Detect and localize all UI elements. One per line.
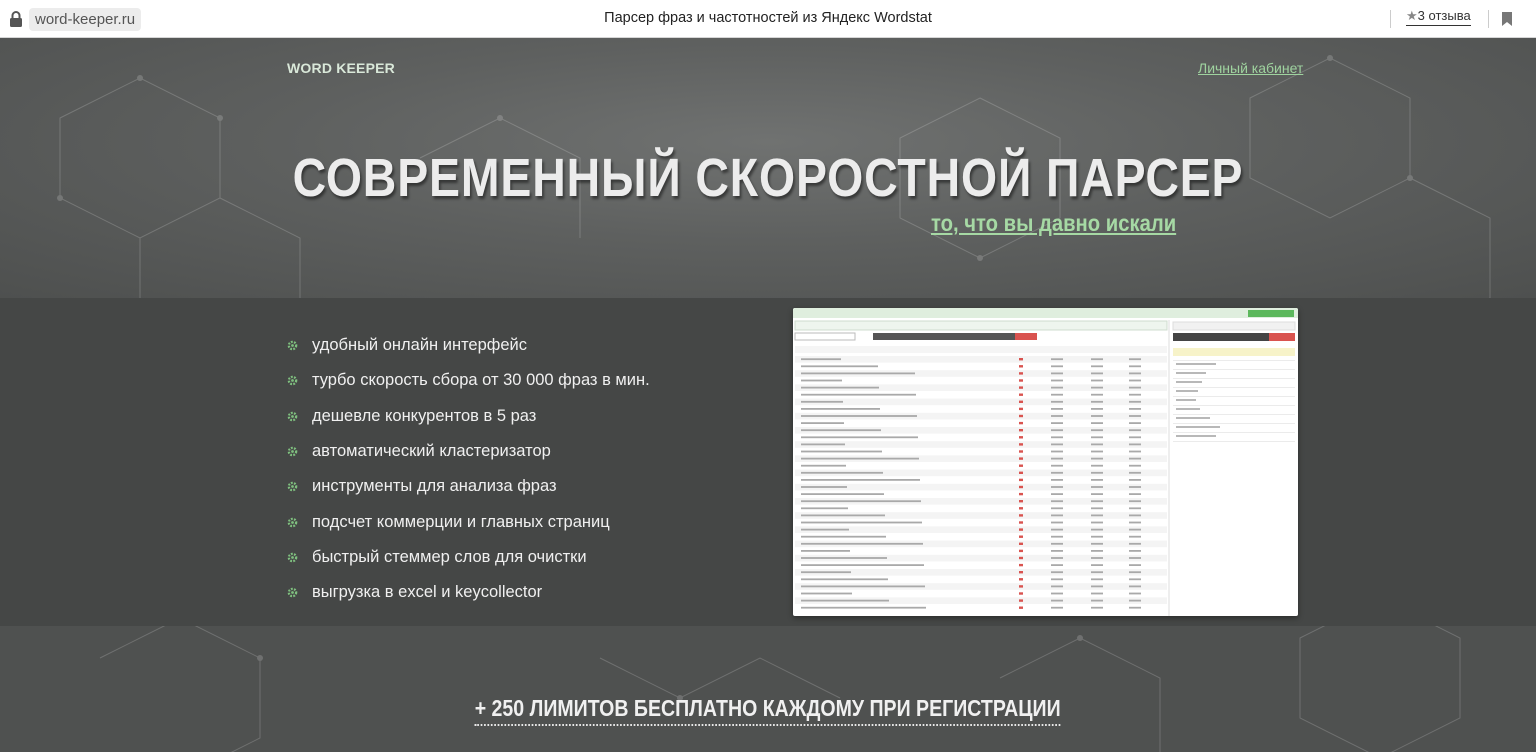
gear-icon <box>287 517 298 527</box>
divider <box>1488 10 1489 28</box>
registration-cta[interactable]: + 250 ЛИМИТОВ БЕСПЛАТНО КАЖДОМУ ПРИ РЕГИ… <box>0 695 1536 726</box>
feature-label: быстрый стеммер слов для очистки <box>312 547 587 566</box>
gear-icon <box>287 482 298 492</box>
feature-label: выгрузка в excel и keycollector <box>312 583 543 602</box>
gear-icon <box>287 446 298 457</box>
hero-headline: СОВРЕМЕННЫЙ СКОРОСТНОЙ ПАРСЕР <box>292 148 1244 208</box>
feature-item: подсчет коммерции и главных страниц <box>287 504 650 539</box>
feature-item: дешевле конкурентов в 5 раз <box>287 399 650 434</box>
feature-item: быстрый стеммер слов для очистки <box>287 540 650 575</box>
features-band <box>0 298 1536 626</box>
gear-icon <box>287 411 298 422</box>
app-screenshot-image <box>793 308 1298 616</box>
feature-item: турбо скорость сбора от 30 000 фраз в ми… <box>287 363 650 398</box>
cta-label[interactable]: + 250 ЛИМИТОВ БЕСПЛАТНО КАЖДОМУ ПРИ РЕГИ… <box>475 695 1061 726</box>
app-screenshot-drawing <box>793 308 1298 616</box>
reviews-label: 3 отзыва <box>1417 8 1471 23</box>
feature-label: подсчет коммерции и главных страниц <box>312 512 610 531</box>
feature-label: инструменты для анализа фраз <box>312 477 557 496</box>
feature-label: турбо скорость сбора от 30 000 фраз в ми… <box>312 371 650 390</box>
feature-item: инструменты для анализа фраз <box>287 469 650 504</box>
feature-label: удобный онлайн интерфейс <box>312 336 528 355</box>
browser-bar: word-keeper.ru Парсер фраз и частотносте… <box>0 0 1536 38</box>
feature-item: удобный онлайн интерфейс <box>287 328 650 363</box>
feature-item: выгрузка в excel и keycollector <box>287 575 650 610</box>
feature-item: автоматический кластеризатор <box>287 434 650 469</box>
gear-icon <box>287 587 298 598</box>
gear-icon <box>287 376 298 386</box>
account-link[interactable]: Личный кабинет <box>1198 60 1303 76</box>
bookmark-icon[interactable] <box>1502 12 1512 26</box>
reviews-link[interactable]: ★3 отзыва <box>1406 8 1471 26</box>
feature-label: дешевле конкурентов в 5 раз <box>312 406 537 425</box>
gear-icon <box>287 552 298 563</box>
site-logo[interactable]: WORD KEEPER <box>287 60 395 76</box>
features-list: удобный онлайн интерфейс турбо скорость … <box>287 328 650 610</box>
gear-icon <box>287 340 298 351</box>
divider <box>1390 10 1391 28</box>
browser-page-title: Парсер фраз и частотностей из Яндекс Wor… <box>604 10 932 26</box>
star-icon: ★ <box>1406 8 1418 23</box>
hero-subheadline-link[interactable]: то, что вы давно искали <box>931 210 1176 237</box>
feature-label: автоматический кластеризатор <box>312 442 551 461</box>
